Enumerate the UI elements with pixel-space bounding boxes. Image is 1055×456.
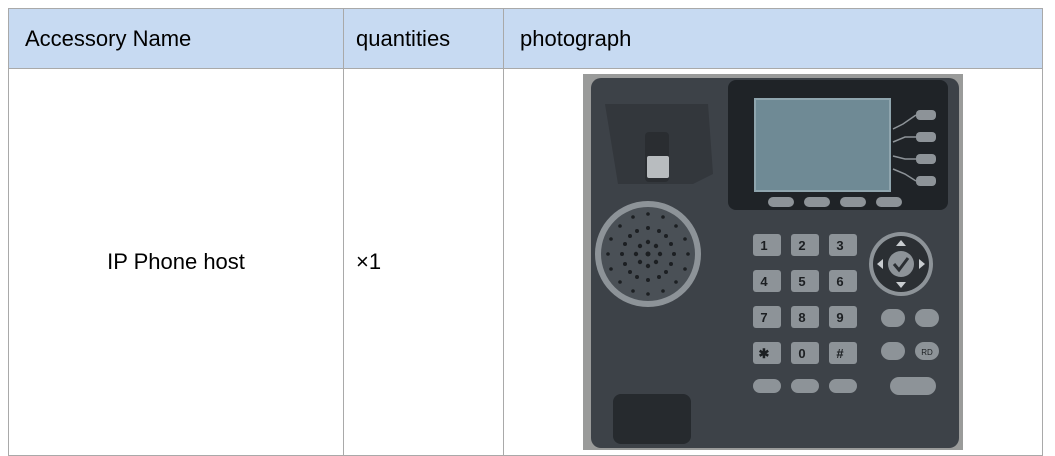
keypad-key-label: # <box>836 346 844 361</box>
header-photograph: photograph <box>503 8 1043 69</box>
ip-phone-photo: 1 2 3 4 5 6 7 8 9 ✱ 0 # RD <box>583 74 963 450</box>
accessory-name-cell: IP Phone host <box>8 68 344 456</box>
keypad-key-label: 0 <box>798 346 805 361</box>
keypad-key-label: 2 <box>798 238 805 253</box>
keypad-key-label: 9 <box>836 310 843 325</box>
keypad-key-label: 8 <box>798 310 805 325</box>
quantity-cell: ×1 <box>343 68 504 456</box>
keypad-key-label: 7 <box>760 310 767 325</box>
header-accessory-name: Accessory Name <box>8 8 344 69</box>
keypad-key-label: 5 <box>798 274 805 289</box>
keypad-key-label: ✱ <box>759 346 770 361</box>
photo-cell: 1 2 3 4 5 6 7 8 9 ✱ 0 # RD <box>503 68 1043 456</box>
header-quantities: quantities <box>343 8 504 69</box>
keypad-key-label: 1 <box>760 238 767 253</box>
redial-key-label: RD <box>921 348 933 357</box>
table-row: IP Phone host ×1 1 2 3 4 5 6 7 8 9 ✱ 0 #… <box>8 68 1043 456</box>
keypad-key-label: 6 <box>836 274 843 289</box>
accessory-table: Accessory Name quantities photograph IP … <box>8 8 1043 456</box>
keypad-key-label: 4 <box>760 274 768 289</box>
keypad-key-label: 3 <box>836 238 843 253</box>
header-row: Accessory Name quantities photograph <box>8 8 1043 69</box>
